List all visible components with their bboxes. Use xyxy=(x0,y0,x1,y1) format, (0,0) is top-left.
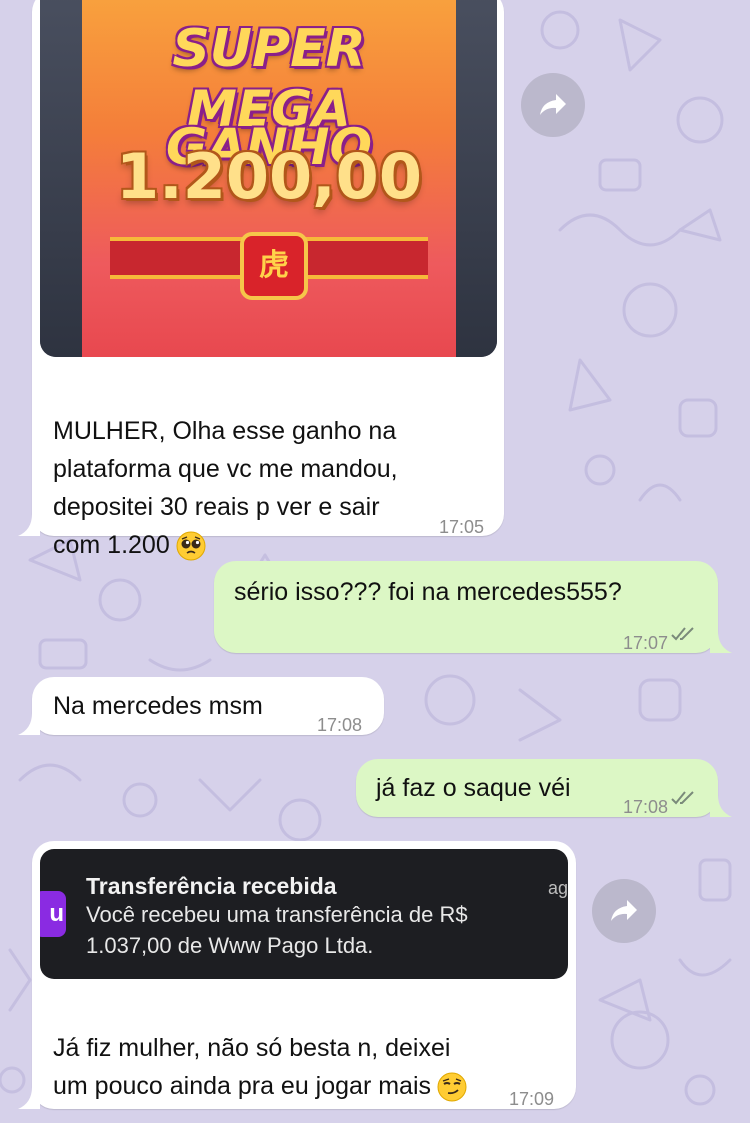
bubble-tail-icon xyxy=(710,631,732,653)
promo-headline-top: SUPER xyxy=(172,19,366,79)
message-bubble-incoming[interactable]: Na mercedes msm 17:08 xyxy=(18,677,384,735)
message-timestamp: 17:09 xyxy=(508,1089,554,1109)
message-text: MULHER, Olha esse ganho na plataforma qu… xyxy=(53,374,493,564)
promo-image[interactable]: SUPER MEGA GANHO 1.200,00 虎 xyxy=(40,0,497,357)
promo-image-artwork: SUPER MEGA GANHO 1.200,00 虎 xyxy=(82,0,456,357)
double-check-icon xyxy=(671,791,694,805)
message-bubble-incoming[interactable]: u Transferência recebida Você recebeu um… xyxy=(18,841,576,1109)
message-timestamp: 17:07 xyxy=(622,633,668,653)
pleading-face-emoji-icon xyxy=(176,531,206,561)
message-timestamp: 17:08 xyxy=(316,715,362,735)
message-bubble-incoming[interactable]: SUPER MEGA GANHO 1.200,00 虎 MULHER, Olha… xyxy=(18,0,504,561)
notification-screenshot[interactable]: u Transferência recebida Você recebeu um… xyxy=(40,849,568,979)
tiger-emblem: 虎 xyxy=(240,232,308,300)
promo-image-right-panel xyxy=(455,0,497,357)
message-text: já faz o saque véi xyxy=(376,774,571,802)
forward-button[interactable] xyxy=(521,73,585,137)
promo-amount: 1.200,00 xyxy=(116,140,422,213)
double-check-icon xyxy=(671,627,694,641)
message-timestamp: 17:08 xyxy=(622,797,668,817)
message-timestamp: 17:05 xyxy=(438,517,484,537)
message-text: sério isso??? foi na mercedes555? xyxy=(234,578,622,606)
bank-app-icon: u xyxy=(40,891,66,937)
notification-body: Você recebeu uma transferência de R$ 1.0… xyxy=(86,902,468,958)
forward-button[interactable] xyxy=(592,879,656,943)
bubble-tail-icon xyxy=(710,795,732,817)
message-text-content: MULHER, Olha esse ganho na plataforma qu… xyxy=(53,417,398,559)
message-text-content: Já fiz mulher, não só besta n, deixei um… xyxy=(53,1034,451,1100)
smirking-face-emoji-icon xyxy=(437,1072,467,1102)
message-bubble-outgoing[interactable]: já faz o saque véi 17:08 xyxy=(356,759,732,817)
forward-arrow-icon xyxy=(611,900,637,921)
bubble-tail-icon xyxy=(18,1087,40,1109)
message-text: Na mercedes msm xyxy=(53,692,263,720)
bubble-tail-icon xyxy=(18,514,40,536)
message-text: Já fiz mulher, não só besta n, deixei um… xyxy=(53,991,563,1105)
promo-image-left-panel xyxy=(40,0,82,357)
forward-arrow-icon xyxy=(540,94,566,115)
bubble-tail-icon xyxy=(18,713,40,735)
notification-time: ag xyxy=(547,878,568,898)
message-bubble-outgoing[interactable]: sério isso??? foi na mercedes555? 17:07 xyxy=(214,561,732,653)
